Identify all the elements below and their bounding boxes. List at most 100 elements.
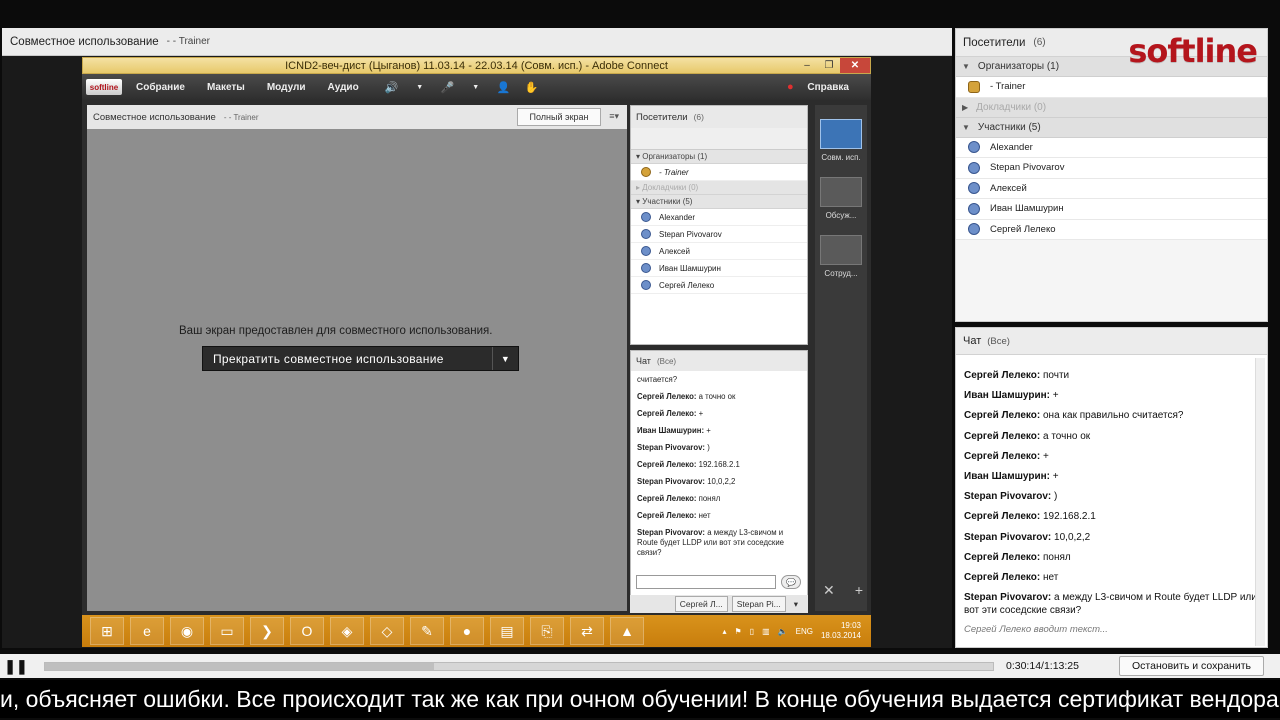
microphone-icon[interactable]: 🎤 [437,78,459,96]
chat-message: Сергей Лелеко: 192.168.2.1 [637,460,801,470]
chat-author: Stepan Pivovarov: [964,491,1052,503]
user-icon [641,212,651,222]
tab-private-chat[interactable]: Stepan Pi... [731,596,786,612]
menu-layouts[interactable]: Макеты [207,82,245,93]
list-item[interactable]: Stepan Pivovarov [631,226,807,243]
list-item[interactable]: Stepan Pivovarov [956,158,1267,179]
pod-menu-icon[interactable]: ≡▾ [609,111,619,122]
app-icon[interactable]: ▤ [490,617,524,645]
list-item[interactable]: - Trainer [631,164,807,181]
layout-collaboration[interactable]: Сотруд... [820,235,862,278]
chat-input[interactable] [636,575,776,589]
webcam-icon[interactable]: 👤 [493,78,515,96]
layout-discussion[interactable]: Обсуж... [820,177,862,220]
menu-pods[interactable]: Модули [267,82,306,93]
shared-window-titlebar: ICND2-веч-дист (Цыганов) 11.03.14 - 22.0… [82,57,871,74]
app-icon[interactable]: ✎ [410,617,444,645]
chat-text: понял [1043,551,1071,563]
add-icon[interactable]: + [855,582,863,599]
chevron-down-icon[interactable]: ▼ [492,347,518,370]
layout-label: Совм. исп. [821,153,861,162]
chat-text: а точно ок [1043,430,1091,442]
app-icon[interactable]: ◇ [370,617,404,645]
presenters-section[interactable]: ▶ Докладчики (0) [956,97,1267,118]
chat-scope[interactable]: (Все) [987,336,1010,347]
windows-start-icon[interactable]: ⊞ [90,617,124,645]
share-pod-title: Совместное использование [10,35,159,48]
playback-bar: ❚❚ 0:30:14/1:13:25 Остановить и сохранит… [0,654,1280,678]
chat-author: Stepan Pivovarov: [637,442,706,452]
speaker-icon[interactable]: 🔊 [381,78,403,96]
chrome-icon[interactable]: ◉ [170,617,204,645]
attendee-name: Алексей [659,246,690,256]
chat-scrollbar[interactable] [1255,358,1265,646]
explorer-icon[interactable]: ▭ [210,617,244,645]
tray-chevron-icon[interactable]: ▴ [722,627,726,636]
list-item[interactable]: Сергей Лелеко [956,219,1267,240]
list-item[interactable]: Иван Шамшурин [956,199,1267,220]
list-item[interactable]: - Trainer [956,77,1267,98]
minimize-icon[interactable]: – [796,58,818,73]
app-icon[interactable]: ◈ [330,617,364,645]
chevron-down-icon[interactable]: ▼ [409,78,431,96]
chat-author: Сергей Лелеко: [964,511,1041,523]
network-app-icon[interactable]: ⇄ [570,617,604,645]
chat-message: Stepan Pivovarov: 10,0,2,2 [637,477,801,487]
list-item[interactable]: Алексей [956,178,1267,199]
chat-text: 192.168.2.1 [1043,511,1096,523]
menu-audio[interactable]: Аудио [328,82,359,93]
close-icon[interactable]: ✕ [823,582,835,599]
raise-hand-icon[interactable]: ✋ [521,78,543,96]
list-item[interactable]: Иван Шамшурин [631,260,807,277]
inner-participants-label: Участники (5) [642,197,693,206]
list-item[interactable]: Alexander [956,137,1267,158]
app-icon[interactable]: ▲ [610,617,644,645]
taskbar-clock[interactable]: 19:03 18.03.2014 [821,621,861,640]
list-item[interactable]: Alexander [631,209,807,226]
list-item[interactable]: Алексей [631,243,807,260]
chevron-down-icon: ▼ [962,122,970,132]
seek-bar[interactable] [44,661,994,671]
chevron-down-icon[interactable]: ▼ [465,78,487,96]
outlook-icon[interactable]: O [290,617,324,645]
fullscreen-button[interactable]: Полный экран [517,108,601,126]
close-icon[interactable]: ✕ [840,58,870,73]
powershell-icon[interactable]: ❯ [250,617,284,645]
chevron-right-icon: ▶ [962,102,969,112]
chat-author: Сергей Лелеко: [637,391,697,401]
chat-message: Stepan Pivovarov: а между L3-свичом и Ro… [964,591,1259,617]
user-icon [641,229,651,239]
participants-section[interactable]: ▼ Участники (5) [956,117,1267,138]
user-icon [968,223,980,236]
inner-presenters-section[interactable]: ▸ Докладчики (0) [631,181,807,195]
battery-icon[interactable]: ▯ [750,627,754,636]
menu-help[interactable]: Справка [807,82,849,93]
attendees-title: Посетители [963,36,1026,49]
send-icon[interactable]: 💬 [781,575,801,589]
volume-icon[interactable]: 🔈 [778,627,788,636]
chat-message: Иван Шамшурин: + [964,389,1259,402]
record-icon[interactable]: ● [779,78,801,96]
user-icon [968,161,980,174]
shared-window-menubar: softline Собрание Макеты Модули Аудио 🔊 … [82,74,871,100]
tab-private-chat[interactable]: Сергей Л... [674,596,728,612]
network-icon[interactable]: ▥ [762,627,770,636]
maximize-icon[interactable]: ❐ [818,58,840,73]
stop-sharing-button[interactable]: Прекратить совместное использование ▼ [202,346,519,371]
ie-icon[interactable]: e [130,617,164,645]
clock-time: 19:03 [840,621,861,631]
list-item[interactable]: Сергей Лелеко [631,277,807,294]
pause-icon[interactable]: ❚❚ [0,654,32,678]
attendee-name: Иван Шамшурин [990,203,1064,215]
inner-participants-section[interactable]: ▾ Участники (5) [631,195,807,209]
stop-and-save-button[interactable]: Остановить и сохранить [1119,656,1264,676]
layout-share[interactable]: Совм. исп. [820,119,862,162]
user-icon [968,141,980,154]
tab-menu-icon[interactable]: ▾ [790,597,802,612]
inner-hosts-section[interactable]: ▾ Организаторы (1) [631,150,807,164]
language-indicator[interactable]: ENG [796,627,813,636]
flag-icon[interactable]: ⚑ [735,627,742,636]
pdf-icon[interactable]: ⎘ [530,617,564,645]
menu-meeting[interactable]: Собрание [136,82,185,93]
app-icon[interactable]: ● [450,617,484,645]
